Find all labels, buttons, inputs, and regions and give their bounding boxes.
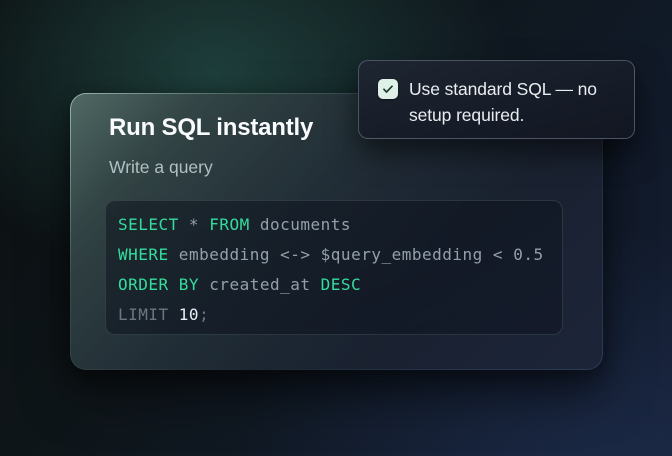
code-line: LIMIT 10;: [118, 300, 562, 330]
code-line: WHERE embedding <-> $query_embedding < 0…: [118, 240, 562, 270]
card-title: Run SQL instantly: [109, 114, 313, 142]
callout-text: Use standard SQL — no setup required.: [409, 76, 618, 128]
code-line: SELECT * FROM documents: [118, 210, 562, 240]
code-line: ORDER BY created_at DESC: [118, 270, 562, 300]
checked-checkbox[interactable]: [378, 79, 398, 99]
checkmark-icon: [381, 82, 395, 96]
hero-canvas: { "card": { "title": "Run SQL instantly"…: [0, 0, 672, 456]
sql-query-editor[interactable]: SELECT * FROM documentsWHERE embedding <…: [105, 200, 563, 335]
standard-sql-callout: Use standard SQL — no setup required.: [358, 60, 635, 139]
card-subtitle: Write a query: [109, 157, 213, 178]
